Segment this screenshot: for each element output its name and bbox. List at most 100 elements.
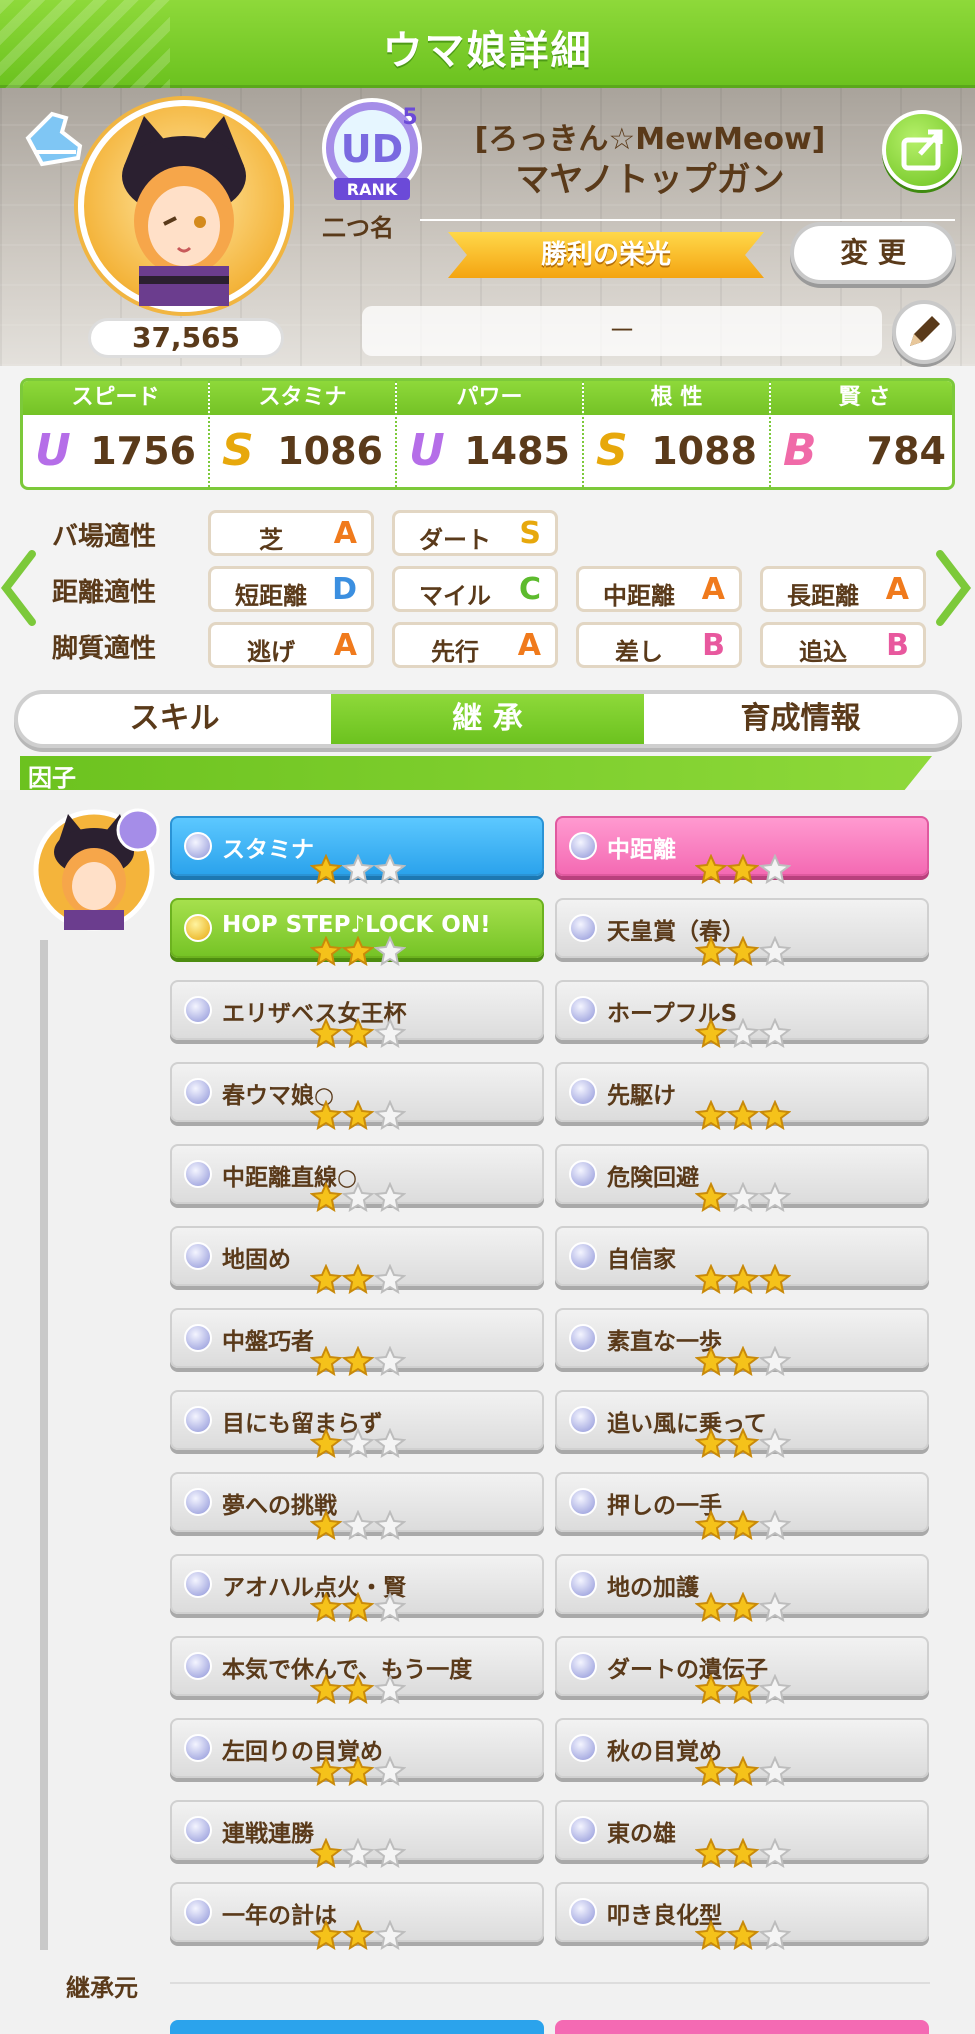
next-arrow-icon[interactable] xyxy=(932,548,972,628)
factor-card[interactable]: HOP STEP♪LOCK ON! xyxy=(170,898,544,966)
factor-card[interactable]: 先駆け xyxy=(555,1062,929,1130)
factor-card[interactable]: 東の雄 xyxy=(555,1800,929,1868)
factor-card[interactable]: 地固め xyxy=(170,1226,544,1294)
star-filled-icon xyxy=(310,936,342,966)
aptitude-sprint: 短距離 D xyxy=(208,566,374,612)
factor-card[interactable]: 春ウマ娘○ xyxy=(170,1062,544,1130)
aptitude-dirt: ダート S xyxy=(392,510,558,556)
star-filled-icon xyxy=(727,1100,759,1130)
factor-card[interactable]: ホープフルS xyxy=(555,980,929,1048)
factor-card[interactable]: 叩き良化型 xyxy=(555,1882,929,1950)
factor-card[interactable]: 一年の計は xyxy=(170,1882,544,1950)
factor-card[interactable]: 地の加護 xyxy=(555,1554,929,1622)
factor-stars xyxy=(695,1018,791,1048)
factor-card[interactable]: 夢への挑戦 xyxy=(170,1472,544,1540)
star-filled-icon xyxy=(310,1592,342,1622)
star-empty-icon xyxy=(759,1182,791,1212)
factor-name: 地の加護 xyxy=(607,1575,699,1601)
factor-dot-icon xyxy=(569,1734,597,1762)
star-empty-icon xyxy=(374,1920,406,1950)
factor-card[interactable]: 連戦連勝 xyxy=(170,1800,544,1868)
factor-dot-icon xyxy=(184,832,212,860)
aptitude-runner: 逃げ A xyxy=(208,622,374,668)
inherit-divider xyxy=(170,1982,930,1984)
share-button[interactable] xyxy=(882,110,962,190)
rank-level: 5 xyxy=(402,105,417,130)
tab-inheritance[interactable]: 継 承 xyxy=(331,694,644,744)
factor-card[interactable]: ダートの遺伝子 xyxy=(555,1636,929,1704)
factor-card[interactable]: 秋の目覚め xyxy=(555,1718,929,1786)
star-empty-icon xyxy=(342,1182,374,1212)
stat-stamina: スタミナ S 1086 xyxy=(210,381,397,487)
factor-dot-icon xyxy=(569,1816,597,1844)
factor-dot-icon xyxy=(184,1570,212,1598)
star-filled-icon xyxy=(342,1018,374,1048)
factor-card[interactable]: 中距離直線○ xyxy=(170,1144,544,1212)
star-filled-icon xyxy=(695,854,727,884)
star-empty-icon xyxy=(759,1920,791,1950)
factor-card[interactable]: 自信家 xyxy=(555,1226,929,1294)
factor-card[interactable]: 天皇賞（春） xyxy=(555,898,929,966)
factor-card[interactable]: 本気で休んで、もう一度 xyxy=(170,1636,544,1704)
star-filled-icon xyxy=(310,1674,342,1704)
stat-grade: U xyxy=(35,425,71,476)
factor-card[interactable]: 左回りの目覚め xyxy=(170,1718,544,1786)
star-filled-icon xyxy=(310,1100,342,1130)
stat-grade: S xyxy=(596,425,628,476)
page-title: ウマ娘詳細 xyxy=(382,28,593,74)
factor-tree-line xyxy=(40,940,48,1950)
style-aptitude-label: 脚質適性 xyxy=(52,634,157,664)
factor-stars xyxy=(695,1346,791,1376)
factor-card[interactable]: 追い風に乗って xyxy=(555,1390,929,1458)
star-empty-icon xyxy=(759,1346,791,1376)
star-filled-icon xyxy=(727,1346,759,1376)
memo-field[interactable]: － xyxy=(362,306,882,356)
factor-card[interactable]: 危険回避 xyxy=(555,1144,929,1212)
factor-card[interactable]: 目にも留まらず xyxy=(170,1390,544,1458)
factor-stars xyxy=(310,1510,406,1540)
star-empty-icon xyxy=(759,1018,791,1048)
factor-stars xyxy=(695,1182,791,1212)
factor-card[interactable]: 中距離 xyxy=(555,816,929,884)
factor-stars xyxy=(310,1100,406,1130)
star-filled-icon xyxy=(310,1018,342,1048)
shoe-icon[interactable] xyxy=(22,108,88,170)
change-epithet-button[interactable]: 変 更 xyxy=(790,222,956,284)
star-filled-icon xyxy=(342,1346,374,1376)
tab-skills[interactable]: スキル xyxy=(18,694,331,744)
next-factor-pink xyxy=(555,2020,929,2034)
star-empty-icon xyxy=(374,1018,406,1048)
character-portrait[interactable] xyxy=(78,100,290,312)
factor-dot-icon xyxy=(184,1324,212,1352)
factor-card[interactable]: スタミナ xyxy=(170,816,544,884)
star-filled-icon xyxy=(695,1182,727,1212)
star-filled-icon xyxy=(310,1920,342,1950)
factor-stars xyxy=(310,1838,406,1868)
aptitude-long: 長距離 A xyxy=(760,566,926,612)
factors-header: 因子 xyxy=(20,756,932,790)
edit-button[interactable] xyxy=(892,300,956,364)
factor-card[interactable]: アオハル点火・賢 xyxy=(170,1554,544,1622)
star-filled-icon xyxy=(759,1100,791,1130)
aptitude-chaser: 追込 B xyxy=(760,622,926,668)
factor-card[interactable]: 押しの一手 xyxy=(555,1472,929,1540)
character-avatar[interactable] xyxy=(28,800,160,932)
star-empty-icon xyxy=(342,1510,374,1540)
factor-stars xyxy=(310,1428,406,1458)
factor-dot-icon xyxy=(184,1406,212,1434)
star-empty-icon xyxy=(759,1428,791,1458)
star-filled-icon xyxy=(727,1510,759,1540)
name-divider xyxy=(420,219,955,221)
stat-speed: スピード U 1756 xyxy=(23,381,210,487)
factor-dot-icon xyxy=(569,1652,597,1680)
factor-card[interactable]: 中盤巧者 xyxy=(170,1308,544,1376)
star-filled-icon xyxy=(342,936,374,966)
previous-arrow-icon[interactable] xyxy=(0,548,40,628)
tab-training-info[interactable]: 育成情報 xyxy=(644,694,957,744)
star-empty-icon xyxy=(374,1182,406,1212)
factor-card[interactable]: エリザベス女王杯 xyxy=(170,980,544,1048)
factor-card[interactable]: 素直な一歩 xyxy=(555,1308,929,1376)
factor-stars xyxy=(310,1756,406,1786)
factor-name: 先駆け xyxy=(607,1083,676,1109)
stat-label: スピード xyxy=(23,381,208,415)
